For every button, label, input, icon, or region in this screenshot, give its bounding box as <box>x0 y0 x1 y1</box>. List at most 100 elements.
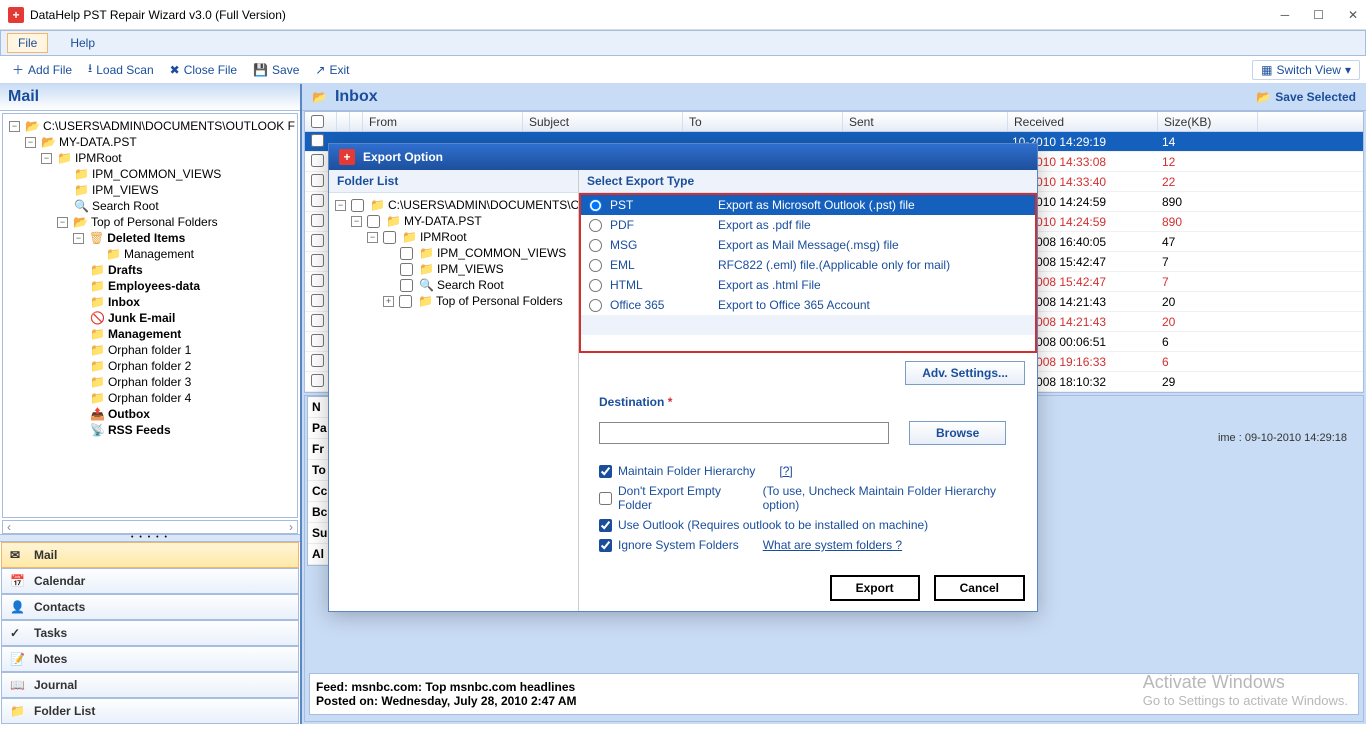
expand-icon[interactable]: − <box>41 153 52 164</box>
close-file-button[interactable]: ✖Close File <box>164 61 243 79</box>
row-checkbox[interactable] <box>311 194 324 207</box>
sidebar-item-calendar[interactable]: 📅Calendar <box>1 568 299 594</box>
folder-tree[interactable]: −📂C:\USERS\ADMIN\DOCUMENTS\OUTLOOK F−📂MY… <box>2 113 298 518</box>
use-outlook-checkbox[interactable]: Use Outlook (Requires outlook to be inst… <box>599 515 1017 535</box>
sidebar-item-contacts[interactable]: 👤Contacts <box>1 594 299 620</box>
tree-node[interactable]: 📁Orphan folder 2 <box>3 358 297 374</box>
row-checkbox[interactable] <box>311 294 324 307</box>
export-type-options[interactable]: PSTExport as Microsoft Outlook (.pst) fi… <box>579 193 1037 353</box>
close-icon[interactable]: ✕ <box>1348 8 1358 22</box>
tree-node[interactable]: 📁IPM_COMMON_VIEWS <box>329 245 578 261</box>
export-option-msg[interactable]: MSGExport as Mail Message(.msg) file <box>581 235 1035 255</box>
select-all-checkbox[interactable] <box>311 115 324 128</box>
export-radio[interactable] <box>589 299 602 312</box>
tree-node[interactable]: −📂C:\USERS\ADMIN\DOCUMENTS\OUTLOOK F <box>3 118 297 134</box>
system-folders-link[interactable]: What are system folders ? <box>763 538 902 552</box>
export-radio[interactable] <box>589 259 602 272</box>
add-file-button[interactable]: ＋Add File <box>6 59 78 80</box>
scroll-left-icon[interactable]: ‹ <box>3 520 15 534</box>
export-option-pst[interactable]: PSTExport as Microsoft Outlook (.pst) fi… <box>581 195 1035 215</box>
tree-node[interactable]: 📁Employees-data <box>3 278 297 294</box>
column-header[interactable] <box>350 112 363 131</box>
tree-checkbox[interactable] <box>383 231 396 244</box>
tree-node[interactable]: 📤Outbox <box>3 406 297 422</box>
column-header[interactable]: Subject <box>523 112 683 131</box>
export-option-eml[interactable]: EMLRFC822 (.eml) file.(Applicable only f… <box>581 255 1035 275</box>
tree-checkbox[interactable] <box>367 215 380 228</box>
column-header[interactable]: From <box>363 112 523 131</box>
load-scan-button[interactable]: ⭳Load Scan <box>82 57 160 82</box>
column-header[interactable]: To <box>683 112 843 131</box>
maximize-icon[interactable]: ☐ <box>1313 8 1324 22</box>
tree-node[interactable]: −📂MY-DATA.PST <box>3 134 297 150</box>
tree-node[interactable]: −🗑Deleted Items <box>3 230 297 246</box>
menu-file[interactable]: File <box>7 33 48 53</box>
exit-button[interactable]: ↗Exit <box>309 61 355 79</box>
expand-icon[interactable]: − <box>57 217 68 228</box>
row-checkbox[interactable] <box>311 174 324 187</box>
tree-node[interactable]: 📁Management <box>3 246 297 262</box>
empty-folder-checkbox[interactable]: Don't Export Empty Folder(To use, Unchec… <box>599 481 1017 515</box>
export-option-pdf[interactable]: PDFExport as .pdf file <box>581 215 1035 235</box>
tree-node[interactable]: −📂Top of Personal Folders <box>3 214 297 230</box>
export-radio[interactable] <box>589 199 602 212</box>
scroll-right-icon[interactable]: › <box>285 520 297 534</box>
browse-button[interactable]: Browse <box>909 421 1006 445</box>
row-checkbox[interactable] <box>311 154 324 167</box>
row-checkbox[interactable] <box>311 234 324 247</box>
tree-node[interactable]: 🔍Search Root <box>3 198 297 214</box>
cancel-button[interactable]: Cancel <box>934 575 1025 601</box>
tree-checkbox[interactable] <box>400 247 413 260</box>
tree-node[interactable]: 📁Orphan folder 3 <box>3 374 297 390</box>
splitter[interactable]: • • • • • <box>0 534 300 542</box>
tree-node[interactable]: 🚫Junk E-mail <box>3 310 297 326</box>
menu-help[interactable]: Help <box>60 34 105 52</box>
row-checkbox[interactable] <box>311 314 324 327</box>
export-radio[interactable] <box>589 279 602 292</box>
row-checkbox[interactable] <box>311 214 324 227</box>
row-checkbox[interactable] <box>311 254 324 267</box>
tree-checkbox[interactable] <box>400 279 413 292</box>
switch-view-button[interactable]: ▦Switch View ▾ <box>1252 60 1360 80</box>
tree-checkbox[interactable] <box>399 295 412 308</box>
row-checkbox[interactable] <box>311 374 324 387</box>
save-selected-button[interactable]: 📂Save Selected <box>1256 90 1356 104</box>
ignore-system-checkbox[interactable]: Ignore System FoldersWhat are system fol… <box>599 535 1017 555</box>
expand-icon[interactable]: + <box>383 296 394 307</box>
row-checkbox[interactable] <box>311 134 324 147</box>
expand-icon[interactable]: − <box>367 232 378 243</box>
sidebar-item-tasks[interactable]: ✓Tasks <box>1 620 299 646</box>
column-header[interactable] <box>305 112 337 131</box>
sidebar-item-folder-list[interactable]: 📁Folder List <box>1 698 299 724</box>
tree-node[interactable]: 📡RSS Feeds <box>3 422 297 438</box>
column-header[interactable]: Size(KB) <box>1158 112 1258 131</box>
tree-node[interactable]: −📁IPMRoot <box>3 150 297 166</box>
minimize-icon[interactable]: ─ <box>1281 8 1290 22</box>
expand-icon[interactable]: − <box>73 233 84 244</box>
tree-node[interactable]: 🔍Search Root <box>329 277 578 293</box>
tree-node[interactable]: 📁IPM_COMMON_VIEWS <box>3 166 297 182</box>
column-header[interactable]: Received <box>1008 112 1158 131</box>
tree-node[interactable]: −📁C:\USERS\ADMIN\DOCUMENTS\O <box>329 197 578 213</box>
row-checkbox[interactable] <box>311 334 324 347</box>
tree-node[interactable]: 📁IPM_VIEWS <box>3 182 297 198</box>
tree-checkbox[interactable] <box>351 199 364 212</box>
export-radio[interactable] <box>589 239 602 252</box>
export-button[interactable]: Export <box>830 575 920 601</box>
tree-node[interactable]: −📁IPMRoot <box>329 229 578 245</box>
export-radio[interactable] <box>589 219 602 232</box>
modal-folder-tree[interactable]: −📁C:\USERS\ADMIN\DOCUMENTS\O−📁MY-DATA.PS… <box>329 193 578 353</box>
adv-settings-button[interactable]: Adv. Settings... <box>905 361 1025 385</box>
destination-input[interactable] <box>599 422 889 444</box>
expand-icon[interactable]: − <box>9 121 20 132</box>
expand-icon[interactable]: − <box>335 200 346 211</box>
sidebar-item-journal[interactable]: 📖Journal <box>1 672 299 698</box>
hierarchy-help-link[interactable]: [?] <box>779 464 792 478</box>
maintain-hierarchy-checkbox[interactable]: Maintain Folder Hierarchy[?] <box>599 461 1017 481</box>
row-checkbox[interactable] <box>311 274 324 287</box>
sidebar-item-notes[interactable]: 📝Notes <box>1 646 299 672</box>
tree-node[interactable]: 📁Management <box>3 326 297 342</box>
expand-icon[interactable]: − <box>351 216 362 227</box>
tree-node[interactable]: 📁Drafts <box>3 262 297 278</box>
tree-node[interactable]: 📁Inbox <box>3 294 297 310</box>
